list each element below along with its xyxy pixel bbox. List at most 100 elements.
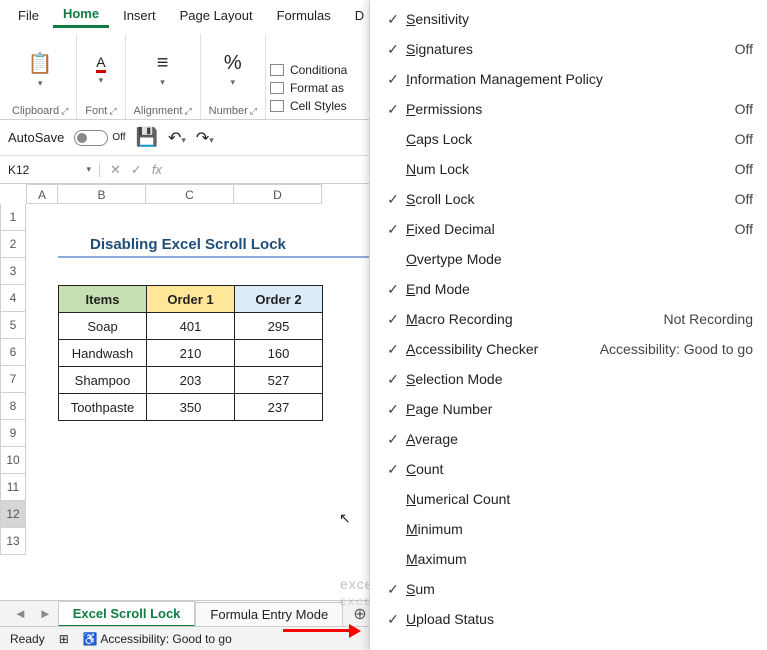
cell-styles-button[interactable]: Cell Styles bbox=[270, 99, 347, 113]
table-icon bbox=[270, 82, 284, 94]
row-header[interactable]: 7 bbox=[0, 366, 26, 393]
ctx-item-selection-mode[interactable]: ✓Selection Mode bbox=[380, 364, 757, 394]
row-header[interactable]: 2 bbox=[0, 231, 26, 258]
row-headers: 1 2 3 4 5 6 7 8 9 10 11 12 13 bbox=[0, 204, 26, 555]
row-header[interactable]: 10 bbox=[0, 447, 26, 474]
clipboard-label: Clipboard bbox=[12, 105, 59, 117]
table-row: Toothpaste350237 bbox=[59, 394, 323, 421]
redo-icon[interactable]: ↷▾ bbox=[196, 128, 214, 148]
cancel-icon[interactable]: ✕ bbox=[110, 162, 121, 178]
row-header[interactable]: 5 bbox=[0, 312, 26, 339]
ctx-item-signatures[interactable]: ✓SignaturesOff bbox=[380, 34, 757, 64]
ctx-value: Not Recording bbox=[664, 311, 758, 327]
sheet-tab[interactable]: Formula Entry Mode bbox=[195, 602, 343, 626]
ctx-item-sum[interactable]: ✓Sum bbox=[380, 574, 757, 604]
font-color-icon[interactable]: A bbox=[96, 54, 105, 73]
ribbon-font-group: A ▾ Font⤢ bbox=[77, 34, 125, 119]
ctx-item-permissions[interactable]: ✓PermissionsOff bbox=[380, 94, 757, 124]
row-header[interactable]: 12 bbox=[0, 501, 26, 528]
check-icon: ✓ bbox=[380, 101, 406, 118]
name-box[interactable]: K12 ▾ bbox=[0, 163, 100, 177]
menu-insert[interactable]: Insert bbox=[113, 4, 166, 27]
menu-file[interactable]: File bbox=[8, 4, 49, 27]
row-header[interactable]: 4 bbox=[0, 285, 26, 312]
ctx-label: Average bbox=[406, 431, 753, 447]
col-header-d[interactable]: D bbox=[234, 184, 322, 204]
conditional-formatting-button[interactable]: Conditiona bbox=[270, 63, 347, 77]
check-icon: ✓ bbox=[380, 401, 406, 418]
ctx-item-upload-status[interactable]: ✓Upload Status bbox=[380, 604, 757, 634]
row-header[interactable]: 9 bbox=[0, 420, 26, 447]
th-items[interactable]: Items bbox=[59, 286, 147, 313]
alignment-label: Alignment bbox=[134, 105, 183, 117]
chevron-down-icon[interactable]: ▾ bbox=[231, 77, 236, 88]
ctx-item-accessibility-checker[interactable]: ✓Accessibility CheckerAccessibility: Goo… bbox=[380, 334, 757, 364]
ctx-item-fixed-decimal[interactable]: ✓Fixed DecimalOff bbox=[380, 214, 757, 244]
tab-prev-icon[interactable]: ◄ bbox=[8, 606, 33, 621]
ctx-label: Upload Status bbox=[406, 611, 753, 627]
fx-icon[interactable]: fx bbox=[152, 162, 162, 177]
chevron-down-icon[interactable]: ▾ bbox=[86, 164, 91, 175]
row-header[interactable]: 8 bbox=[0, 393, 26, 420]
ctx-item-average[interactable]: ✓Average bbox=[380, 424, 757, 454]
ctx-item-minimum[interactable]: Minimum bbox=[380, 514, 757, 544]
row-header[interactable]: 13 bbox=[0, 528, 26, 555]
row-header[interactable]: 3 bbox=[0, 258, 26, 285]
ctx-label: Selection Mode bbox=[406, 371, 753, 387]
accessibility-status[interactable]: ♿ Accessibility: Good to go bbox=[83, 632, 232, 646]
menu-home[interactable]: Home bbox=[53, 2, 109, 28]
ctx-item-caps-lock[interactable]: Caps LockOff bbox=[380, 124, 757, 154]
ctx-item-scroll-lock[interactable]: ✓Scroll LockOff bbox=[380, 184, 757, 214]
row-header[interactable]: 1 bbox=[0, 204, 26, 231]
check-icon: ✓ bbox=[380, 221, 406, 238]
ctx-item-information-management-policy[interactable]: ✓Information Management Policy bbox=[380, 64, 757, 94]
undo-icon[interactable]: ↶▾ bbox=[168, 128, 186, 148]
cursor-icon: ↖ bbox=[339, 510, 351, 527]
ctx-label: Maximum bbox=[406, 551, 753, 567]
ribbon-number-group: % ▾ Number⤢ bbox=[201, 34, 266, 119]
col-header-a[interactable]: A bbox=[26, 184, 58, 204]
chevron-down-icon[interactable]: ▾ bbox=[99, 75, 104, 86]
enter-icon[interactable]: ✓ bbox=[131, 162, 142, 178]
sheet-tab-active[interactable]: Excel Scroll Lock bbox=[58, 601, 196, 627]
ctx-value: Accessibility: Good to go bbox=[600, 341, 757, 357]
row-header[interactable]: 11 bbox=[0, 474, 26, 501]
format-as-table-button[interactable]: Format as bbox=[270, 81, 347, 95]
ctx-value: Off bbox=[735, 191, 757, 207]
autosave-state: Off bbox=[112, 132, 125, 143]
save-icon[interactable]: 💾 bbox=[136, 127, 158, 148]
chevron-down-icon[interactable]: ▾ bbox=[38, 78, 43, 89]
ctx-label: Accessibility Checker bbox=[406, 341, 600, 357]
ctx-item-overtype-mode[interactable]: Overtype Mode bbox=[380, 244, 757, 274]
check-icon: ✓ bbox=[380, 311, 406, 328]
ctx-item-count[interactable]: ✓Count bbox=[380, 454, 757, 484]
col-header-b[interactable]: B bbox=[58, 184, 146, 204]
percent-icon[interactable]: % bbox=[224, 52, 242, 75]
ctx-item-numerical-count[interactable]: Numerical Count bbox=[380, 484, 757, 514]
row-header[interactable]: 6 bbox=[0, 339, 26, 366]
ctx-item-sensitivity[interactable]: ✓Sensitivity bbox=[380, 4, 757, 34]
ctx-item-maximum[interactable]: Maximum bbox=[380, 544, 757, 574]
ctx-item-num-lock[interactable]: Num LockOff bbox=[380, 154, 757, 184]
menu-page-layout[interactable]: Page Layout bbox=[170, 4, 263, 27]
th-order1[interactable]: Order 1 bbox=[147, 286, 235, 313]
check-icon: ✓ bbox=[380, 191, 406, 208]
status-ready: Ready bbox=[10, 632, 45, 646]
ctx-label: Caps Lock bbox=[406, 131, 735, 147]
ctx-item-page-number[interactable]: ✓Page Number bbox=[380, 394, 757, 424]
menu-formulas[interactable]: Formulas bbox=[267, 4, 341, 27]
check-icon: ✓ bbox=[380, 461, 406, 478]
chevron-down-icon[interactable]: ▾ bbox=[160, 77, 165, 88]
check-icon: ✓ bbox=[380, 281, 406, 298]
th-order2[interactable]: Order 2 bbox=[235, 286, 323, 313]
col-header-c[interactable]: C bbox=[146, 184, 234, 204]
align-icon[interactable]: ≡ bbox=[157, 52, 169, 75]
tab-next-icon[interactable]: ► bbox=[33, 606, 58, 621]
ctx-item-macro-recording[interactable]: ✓Macro RecordingNot Recording bbox=[380, 304, 757, 334]
paste-icon[interactable]: 📋 bbox=[28, 51, 53, 76]
data-table: Items Order 1 Order 2 Soap401295 Handwas… bbox=[58, 285, 323, 421]
display-settings-icon[interactable]: ⊞ bbox=[59, 632, 69, 646]
check-icon: ✓ bbox=[380, 41, 406, 58]
ctx-item-end-mode[interactable]: ✓End Mode bbox=[380, 274, 757, 304]
autosave-toggle[interactable] bbox=[74, 130, 108, 146]
